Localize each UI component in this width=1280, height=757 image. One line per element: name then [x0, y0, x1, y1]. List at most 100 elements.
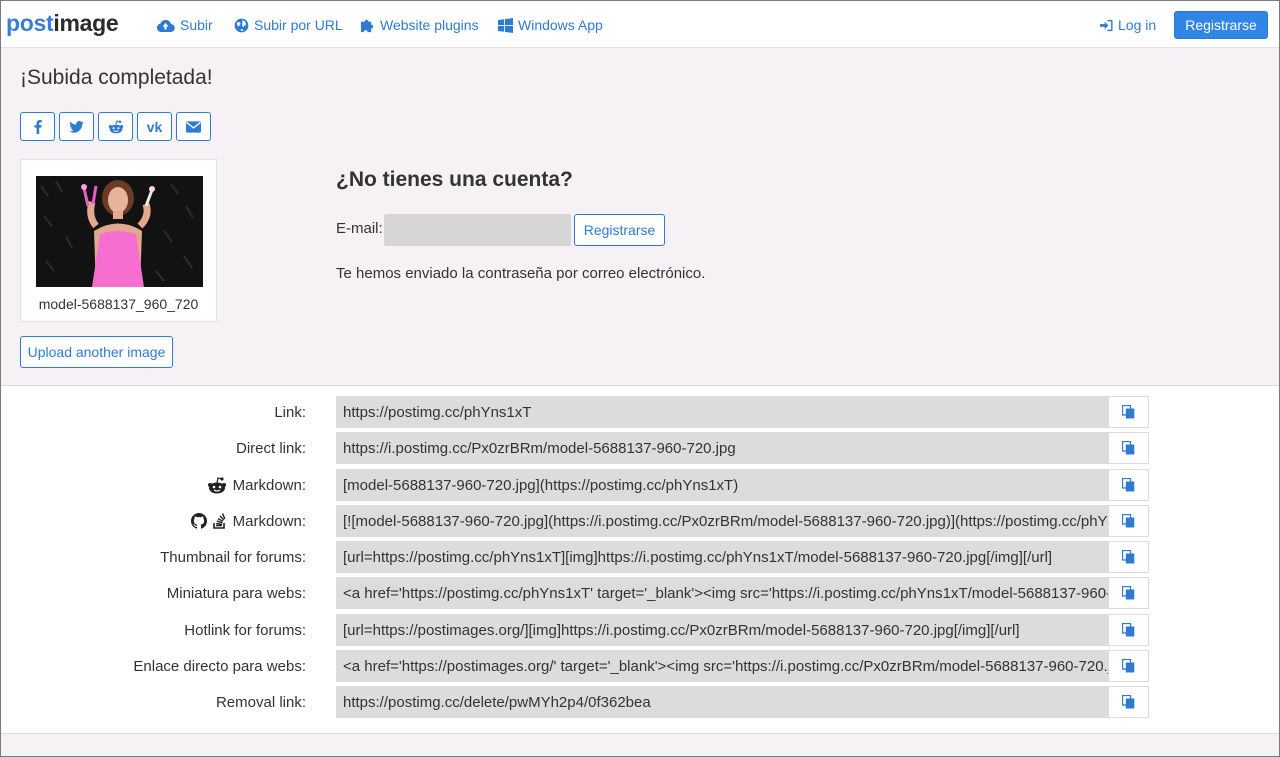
- nav-website-plugins-label: Website plugins: [380, 17, 479, 33]
- link-label-text: Enlace directo para webs:: [133, 657, 306, 675]
- sign-in-icon: [1100, 19, 1113, 31]
- stackoverflow-icon: [212, 513, 226, 529]
- copy-button[interactable]: [1108, 577, 1149, 609]
- reddit-icon: [207, 476, 226, 493]
- copy-icon: [1122, 405, 1135, 419]
- share-vk-button[interactable]: vk: [137, 112, 172, 141]
- link-label-text: Markdown:: [232, 476, 306, 494]
- copy-icon: [1122, 586, 1135, 600]
- share-links-section: Link: https://postimg.cc/phYns1xT Direct…: [1, 387, 1279, 733]
- copy-button[interactable]: [1108, 469, 1149, 501]
- upload-another-image-button[interactable]: Upload another image: [20, 336, 173, 368]
- link-label-text: Thumbnail for forums:: [160, 548, 306, 566]
- account-heading: ¿No tienes una cuenta?: [336, 168, 573, 191]
- copy-button[interactable]: [1108, 650, 1149, 682]
- link-label: Link:: [274, 396, 306, 428]
- logo-text-image: image: [53, 10, 119, 36]
- link-field[interactable]: https://postimg.cc/delete/pwMYh2p4/0f362…: [336, 686, 1108, 718]
- link-row-direct-link: Direct link: https://i.postimg.cc/Px0zrB…: [1, 432, 1279, 464]
- copy-icon: [1122, 623, 1135, 637]
- share-email-button[interactable]: [176, 112, 211, 141]
- twitter-icon: [69, 120, 84, 133]
- copy-icon: [1122, 695, 1135, 709]
- link-field[interactable]: https://postimg.cc/phYns1xT: [336, 396, 1108, 428]
- password-sent-message: Te hemos enviado la contraseña por corre…: [336, 265, 706, 282]
- image-thumbnail-card[interactable]: model-5688137_960_720: [20, 159, 217, 322]
- link-label: Thumbnail for forums:: [160, 541, 306, 573]
- share-twitter-button[interactable]: [59, 112, 94, 141]
- cloud-upload-icon: [156, 19, 175, 32]
- share-buttons: vk: [20, 112, 211, 141]
- link-field[interactable]: https://i.postimg.cc/Px0zrBRm/model-5688…: [336, 432, 1108, 464]
- link-label: Markdown:: [190, 505, 306, 537]
- link-row-miniatura-webs: Miniatura para webs: <a href='https://po…: [1, 577, 1279, 609]
- nav-website-plugins[interactable]: Website plugins: [360, 15, 479, 35]
- image-filename: model-5688137_960_720: [38, 296, 199, 312]
- email-field[interactable]: [384, 214, 571, 246]
- link-label-text: Removal link:: [215, 693, 306, 711]
- facebook-icon: [34, 119, 42, 134]
- register-button[interactable]: Registrarse: [574, 214, 665, 246]
- link-label-text: Markdown:: [232, 512, 306, 530]
- page-title: ¡Subida completada!: [20, 66, 213, 89]
- copy-button[interactable]: [1108, 614, 1149, 646]
- copy-icon: [1122, 550, 1135, 564]
- link-row-thumbnail-forums: Thumbnail for forums: [url=https://posti…: [1, 541, 1279, 573]
- share-reddit-button[interactable]: [98, 112, 133, 141]
- copy-button[interactable]: [1108, 432, 1149, 464]
- reddit-icon: [108, 119, 123, 133]
- login-label: Log in: [1118, 17, 1157, 33]
- copy-icon: [1122, 441, 1135, 455]
- copy-icon: [1122, 514, 1135, 528]
- register-button-top[interactable]: Registrarse: [1174, 11, 1268, 39]
- login-link[interactable]: Log in: [1100, 15, 1156, 35]
- link-label-text: Link:: [274, 403, 306, 421]
- email-icon: [186, 120, 201, 133]
- copy-icon: [1122, 478, 1135, 492]
- link-row-hotlink-forums: Hotlink for forums: [url=https://postima…: [1, 614, 1279, 646]
- upload-result-panel: ¡Subida completada! vk model-5688137_960…: [1, 48, 1279, 386]
- copy-icon: [1122, 659, 1135, 673]
- link-row-markdown-github: Markdown: [![model-5688137-960-720.jpg](…: [1, 505, 1279, 537]
- link-label: Hotlink for forums:: [184, 614, 306, 646]
- link-row-enlace-directo-webs: Enlace directo para webs: <a href='https…: [1, 650, 1279, 682]
- link-field[interactable]: <a href='https://postimg.cc/phYns1xT' ta…: [336, 577, 1108, 609]
- link-row-removal-link: Removal link: https://postimg.cc/delete/…: [1, 686, 1279, 718]
- link-field[interactable]: [url=https://postimages.org/][img]https:…: [336, 614, 1108, 646]
- share-facebook-button[interactable]: [20, 112, 55, 141]
- link-field[interactable]: <a href='https://postimages.org/' target…: [336, 650, 1108, 682]
- footer-strip: [1, 733, 1279, 756]
- nav-upload-url-label: Subir por URL: [254, 17, 343, 33]
- uploaded-image-thumbnail[interactable]: [36, 176, 203, 287]
- link-label-text: Direct link:: [235, 439, 306, 457]
- copy-button[interactable]: [1108, 541, 1149, 573]
- link-label: Miniatura para webs:: [167, 577, 306, 609]
- browser-frame: postimage Subir Subir por URL Website pl…: [0, 0, 1280, 757]
- postimage-logo[interactable]: postimage: [6, 10, 119, 37]
- email-label: E-mail:: [336, 220, 383, 237]
- vk-icon: vk: [146, 118, 163, 135]
- link-field[interactable]: [model-5688137-960-720.jpg](https://post…: [336, 469, 1108, 501]
- link-row-link: Link: https://postimg.cc/phYns1xT: [1, 396, 1279, 428]
- copy-button[interactable]: [1108, 505, 1149, 537]
- nav-upload-label: Subir: [180, 17, 213, 33]
- copy-button[interactable]: [1108, 396, 1149, 428]
- link-label-text: Hotlink for forums:: [184, 621, 306, 639]
- globe-icon: [234, 18, 249, 32]
- windows-icon: [498, 17, 513, 33]
- link-label-text: Miniatura para webs:: [166, 584, 306, 602]
- logo-text-post: post: [6, 10, 54, 36]
- link-row-markdown-reddit: Markdown: [model-5688137-960-720.jpg](ht…: [1, 469, 1279, 501]
- link-field[interactable]: [url=https://postimg.cc/phYns1xT][img]ht…: [336, 541, 1108, 573]
- puzzle-icon: [360, 19, 374, 32]
- link-label: Enlace directo para webs:: [133, 650, 306, 682]
- link-field[interactable]: [![model-5688137-960-720.jpg](https://i.…: [336, 505, 1108, 537]
- link-label: Markdown:: [207, 469, 306, 501]
- nav-windows-app-label: Windows App: [518, 17, 603, 33]
- nav-upload[interactable]: Subir: [156, 15, 213, 35]
- nav-upload-url[interactable]: Subir por URL: [234, 15, 343, 35]
- top-navbar: postimage Subir Subir por URL Website pl…: [1, 1, 1279, 48]
- nav-windows-app[interactable]: Windows App: [498, 15, 603, 35]
- github-icon: [190, 513, 207, 529]
- copy-button[interactable]: [1108, 686, 1149, 718]
